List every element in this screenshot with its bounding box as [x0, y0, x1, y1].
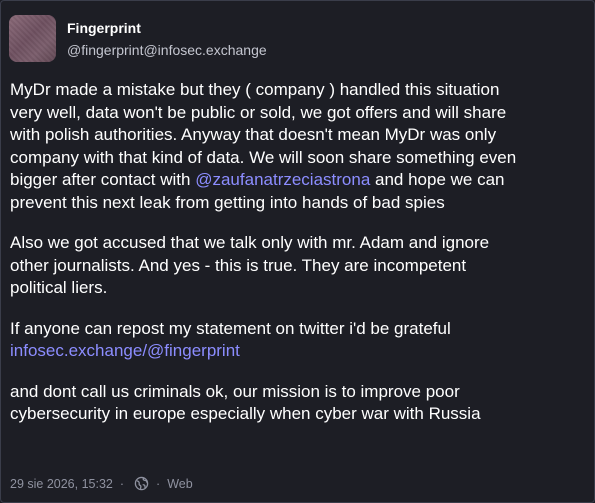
- meta-separator: ·: [156, 476, 161, 491]
- post-meta: 29 sie 2026, 15:32 · · Web: [10, 476, 193, 491]
- post-text-line: political liers.: [10, 278, 108, 297]
- post-text-line: MyDr made a mistake but they ( company )…: [10, 80, 500, 99]
- post-content: MyDr made a mistake but they ( company )…: [10, 79, 588, 444]
- post-text-line: other journalists. And yes - this is tru…: [10, 255, 467, 275]
- post-text-segment: and hope we can: [370, 170, 505, 189]
- author-display-name[interactable]: Fingerprint: [67, 20, 141, 36]
- post-timestamp[interactable]: 29 sie 2026, 15:32: [10, 477, 113, 491]
- post-application: Web: [167, 476, 193, 491]
- meta-separator: ·: [119, 476, 125, 491]
- post-text-line: prevent this next leak from getting into…: [10, 192, 445, 212]
- profile-link[interactable]: infosec.exchange/@fingerprint: [10, 340, 588, 363]
- post-card: Fingerprint @fingerprint@infosec.exchang…: [0, 0, 595, 503]
- post-text-line: Also we got accused that we talk only wi…: [10, 233, 490, 252]
- avatar[interactable]: [9, 15, 56, 62]
- author-handle[interactable]: @fingerprint@infosec.exchange: [67, 42, 267, 58]
- post-text-line: very well, data won't be public or sold,…: [10, 102, 507, 122]
- post-text-segment: bigger after contact with: [10, 170, 196, 189]
- post-text-line: company with that kind of data. We will …: [10, 147, 517, 167]
- post-text-line: with polish authorities. Anyway that doe…: [10, 125, 497, 144]
- post-paragraph: MyDr made a mistake but they ( company )…: [10, 79, 588, 214]
- mention-link[interactable]: @zaufanatrzeciastrona: [195, 170, 370, 189]
- post-text-line: and dont call us criminals ok, our missi…: [10, 381, 460, 401]
- post-paragraph: Also we got accused that we talk only wi…: [10, 232, 588, 300]
- post-paragraph: and dont call us criminals ok, our missi…: [10, 381, 588, 426]
- globe-icon: [134, 476, 149, 491]
- post-paragraph: If anyone can repost my statement on twi…: [10, 318, 588, 363]
- post-text-line: bigger after contact with @zaufanatrzeci…: [10, 169, 588, 192]
- post-text-line: cybersecurity in europe especially when …: [10, 404, 481, 423]
- post-text-line: If anyone can repost my statement on twi…: [10, 318, 451, 338]
